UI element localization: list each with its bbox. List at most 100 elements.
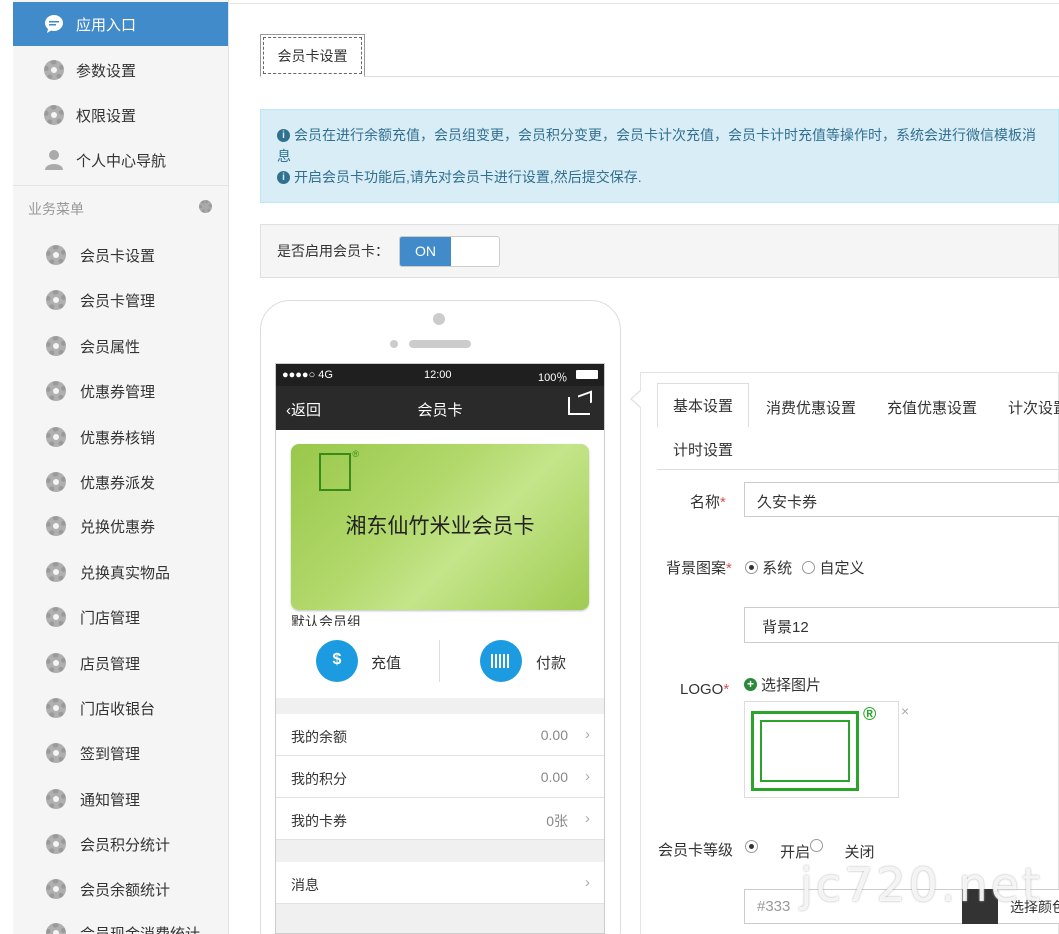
radio-system-label[interactable]: 系统 [762, 560, 792, 577]
sidebar-divider [13, 185, 228, 186]
sidebar-item-label: 通知管理 [80, 791, 141, 809]
gear-icon [43, 59, 65, 81]
sidebar-item-permissions[interactable]: 权限设置 [13, 93, 228, 137]
sidebar-item-label: 优惠券派发 [80, 474, 156, 492]
sidebar-item-app-entry[interactable]: 应用入口 [13, 2, 228, 46]
alert-line-1: 会员在进行余额充值，会员组变更，会员积分变更，会员卡计次充值，会员卡计时充值等操… [294, 127, 1036, 143]
sidebar-item-coupon-verify[interactable]: 优惠券核销 [13, 415, 228, 459]
sidebar-item-store-manage[interactable]: 门店管理 [13, 595, 228, 639]
logo-image [751, 711, 859, 791]
radio-custom[interactable] [802, 561, 816, 574]
status-time: 12:00 [424, 369, 452, 381]
sidebar-item-member-attrs[interactable]: 会员属性 [13, 324, 228, 368]
select-image-button[interactable]: + 选择图片 [744, 674, 821, 695]
enable-card-label: 是否启用会员卡： [277, 243, 389, 259]
label-text: LOGO [680, 681, 724, 698]
background-select[interactable]: 背景12 [744, 607, 1059, 643]
sidebar-item-clerk-manage[interactable]: 店员管理 [13, 641, 228, 685]
radio-level-on[interactable] [745, 840, 758, 853]
sidebar-item-card-manage[interactable]: 会员卡管理 [13, 278, 228, 322]
tab-card-settings[interactable]: 会员卡设置 [260, 34, 365, 77]
name-input[interactable]: 久安卡券 [744, 482, 1059, 517]
sidebar-item-notify[interactable]: 通知管理 [13, 777, 228, 821]
radio-level-off[interactable] [810, 839, 824, 852]
sidebar-item-label: 优惠券核销 [80, 429, 156, 447]
sidebar-item-personal-nav[interactable]: 个人中心导航 [13, 138, 228, 182]
sidebar: 应用入口 参数设置 权限设置 个人中心导航 业务菜单 会员卡设置 会员卡管理 会… [0, 0, 229, 934]
member-card: 湘东仙竹米业会员卡 [291, 444, 589, 610]
sidebar-item-redeem-goods[interactable]: 兑换真实物品 [13, 550, 228, 594]
tab-time-settings[interactable]: 计时设置 [673, 439, 733, 460]
phone-screen: ●●●●○ 4G 12:00 100％ ‹返回 会员卡 湘东仙竹米业会员卡 默认… [275, 363, 605, 934]
required-mark: * [726, 560, 732, 577]
background-radio-group: 系统 自定义 [745, 557, 865, 578]
enable-card-row: 是否启用会员卡： ON [260, 224, 1059, 278]
panel-tabs-divider [657, 469, 1059, 470]
battery-icon [576, 370, 598, 379]
close-icon[interactable]: × [901, 703, 909, 719]
battery-indicator: 100％ [538, 372, 568, 384]
member-card-area: 湘东仙竹米业会员卡 默认会员组 [276, 430, 604, 630]
radio-system[interactable] [745, 561, 758, 574]
sidebar-item-balance-stats[interactable]: 会员余额统计 [13, 867, 228, 911]
gear-icon [45, 742, 67, 764]
sidebar-item-label: 会员现金消费统计 [80, 925, 201, 934]
tab-count-settings[interactable]: 计次设置 [1008, 397, 1059, 418]
info-alert: i 会员在进行余额充值，会员组变更，会员积分变更，会员卡计次充值，会员卡计时充值等… [260, 109, 1059, 203]
user-icon [43, 149, 65, 171]
money-bag-icon[interactable] [316, 640, 358, 682]
sidebar-item-checkin[interactable]: 签到管理 [13, 731, 228, 775]
sidebar-item-params[interactable]: 参数设置 [13, 48, 228, 92]
sidebar-item-coupon-dispatch[interactable]: 优惠券派发 [13, 460, 228, 504]
sidebar-item-points-stats[interactable]: 会员积分统计 [13, 822, 228, 866]
list-item-coupons[interactable]: 我的卡券 0张 › [276, 798, 604, 840]
sidebar-item-redeem-coupon[interactable]: 兑换优惠券 [13, 504, 228, 548]
tab-consume-discount[interactable]: 消费优惠设置 [766, 397, 856, 418]
radio-custom-label[interactable]: 自定义 [820, 560, 865, 577]
sidebar-item-card-settings[interactable]: 会员卡设置 [13, 233, 228, 277]
sidebar-item-label: 会员卡管理 [80, 292, 156, 310]
sidebar-item-store-cashier[interactable]: 门店收银台 [13, 686, 228, 730]
phone-title: 会员卡 [417, 402, 463, 419]
list-item-points[interactable]: 我的积分 0.00 › [276, 756, 604, 798]
info-icon: i [277, 129, 290, 142]
gear-icon [45, 606, 67, 628]
charge-label[interactable]: 充值 [371, 652, 401, 673]
sidebar-item-label: 会员积分统计 [80, 836, 171, 854]
required-mark: * [720, 494, 726, 511]
barcode-icon[interactable] [480, 640, 522, 682]
sidebar-item-label: 兑换优惠券 [80, 518, 156, 536]
gear-icon [45, 561, 67, 583]
name-label: 名称* [690, 491, 726, 512]
label-text: 背景图案 [666, 560, 727, 577]
sidebar-item-label: 兑换真实物品 [80, 564, 171, 582]
level-label: 会员卡等级 [658, 842, 734, 859]
alert-line-1-cont: 息 [277, 148, 291, 164]
chevron-right-icon: › [585, 810, 590, 827]
tab-recharge-discount[interactable]: 充值优惠设置 [887, 397, 977, 418]
chat-bubble-icon [43, 13, 65, 35]
sidebar-item-label: 会员余额统计 [80, 881, 171, 899]
gear-icon [45, 515, 67, 537]
sidebar-gutter [0, 0, 13, 934]
share-icon[interactable] [568, 397, 590, 415]
enable-card-switch[interactable]: ON [399, 235, 500, 267]
sidebar-item-label: 会员属性 [80, 338, 141, 356]
list-item-balance[interactable]: 我的余额 0.00 › [276, 714, 604, 756]
sidebar-item-cash-stats[interactable]: 会员现金消费统计 [13, 911, 228, 934]
top-divider [229, 3, 1059, 4]
phone-speaker [409, 340, 471, 348]
select-image-label: 选择图片 [761, 677, 822, 694]
sidebar-item-label: 会员卡设置 [80, 247, 156, 265]
gear-icon[interactable] [199, 200, 212, 213]
tab-basic-settings[interactable]: 基本设置 [657, 383, 749, 427]
gear-icon [45, 788, 67, 810]
pay-label[interactable]: 付款 [536, 652, 566, 673]
label-text: 名称 [690, 494, 721, 511]
list-item-value: 0.00 [540, 769, 568, 785]
phone-navbar: ‹返回 会员卡 [276, 386, 604, 430]
sidebar-item-coupon-manage[interactable]: 优惠券管理 [13, 369, 228, 413]
gear-icon [45, 380, 67, 402]
list-item-messages[interactable]: 消息 › [276, 862, 604, 904]
gear-icon [45, 878, 67, 900]
